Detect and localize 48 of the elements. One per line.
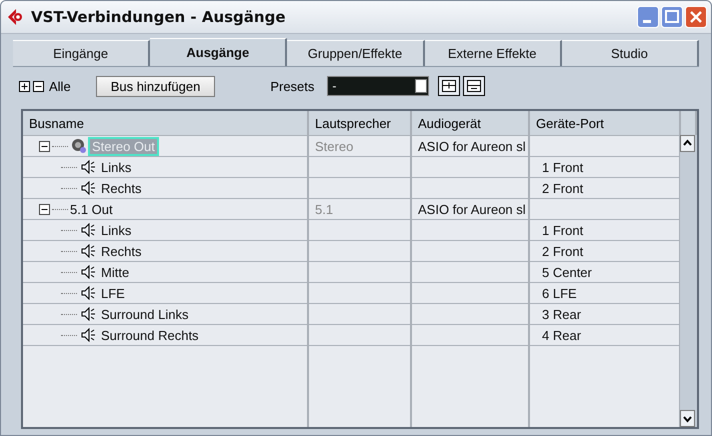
speaker-icon bbox=[81, 223, 97, 237]
table-cell: ASIO for Aureon sl bbox=[412, 136, 530, 156]
window-title: VST-Verbindungen - Ausgänge bbox=[31, 8, 287, 26]
column-header[interactable]: Lautsprecher bbox=[309, 111, 412, 135]
table-cell: Stereo bbox=[309, 136, 412, 156]
channel-name: Links bbox=[101, 160, 132, 174]
scroll-down-button[interactable] bbox=[680, 410, 695, 427]
presets-label: Presets bbox=[270, 78, 314, 94]
channel-name: LFE bbox=[101, 286, 125, 300]
collapse-icon[interactable] bbox=[39, 140, 50, 152]
channel-name: Surround Rechts bbox=[101, 328, 199, 342]
collapse-icon[interactable] bbox=[39, 204, 50, 214]
all-label: Alle bbox=[49, 78, 71, 94]
scroll-up-button[interactable] bbox=[680, 135, 695, 152]
minimize-button[interactable] bbox=[637, 6, 659, 28]
tab[interactable]: Gruppen/Effekte bbox=[287, 40, 425, 66]
scroll-bar[interactable] bbox=[680, 135, 697, 427]
close-button[interactable] bbox=[685, 6, 707, 28]
channel-name: Mitte bbox=[101, 264, 130, 280]
channel-name: Rechts bbox=[101, 244, 142, 258]
speaker-icon bbox=[81, 328, 97, 342]
expand-all-icon[interactable] bbox=[19, 80, 30, 92]
column-header[interactable]: Audiogerät bbox=[412, 111, 530, 135]
maximize-button[interactable] bbox=[661, 6, 683, 28]
remove-preset-icon[interactable] bbox=[463, 76, 486, 96]
table-cell: 5.1 bbox=[309, 199, 412, 219]
save-preset-icon[interactable] bbox=[438, 76, 460, 96]
speaker-icon bbox=[81, 181, 97, 195]
presets-dropdown[interactable]: - bbox=[327, 76, 430, 96]
speaker-icon bbox=[81, 307, 97, 321]
tab[interactable]: Studio bbox=[562, 40, 700, 66]
tab[interactable]: Ausgänge bbox=[150, 38, 288, 66]
bus-name[interactable]: 5.1 Out bbox=[70, 202, 113, 216]
speaker-icon bbox=[81, 265, 97, 279]
channel-name: Rechts bbox=[101, 180, 142, 196]
speaker-icon bbox=[81, 286, 97, 300]
channel-name: Links bbox=[101, 222, 132, 238]
table-cell: ASIO for Aureon sl bbox=[412, 199, 530, 219]
column-header[interactable]: Busname bbox=[23, 111, 309, 135]
tab[interactable]: Externe Effekte bbox=[424, 40, 562, 66]
collapse-all-icon[interactable] bbox=[33, 80, 44, 92]
app-logo-icon bbox=[7, 8, 25, 26]
speaker-icon bbox=[81, 160, 97, 174]
speaker-icon bbox=[81, 244, 97, 258]
add-bus-button[interactable]: Bus hinzufügen bbox=[96, 76, 216, 96]
tab[interactable]: Eingänge bbox=[13, 40, 150, 66]
channel-name: Surround Links bbox=[101, 306, 188, 322]
speaker-icon bbox=[70, 137, 88, 155]
